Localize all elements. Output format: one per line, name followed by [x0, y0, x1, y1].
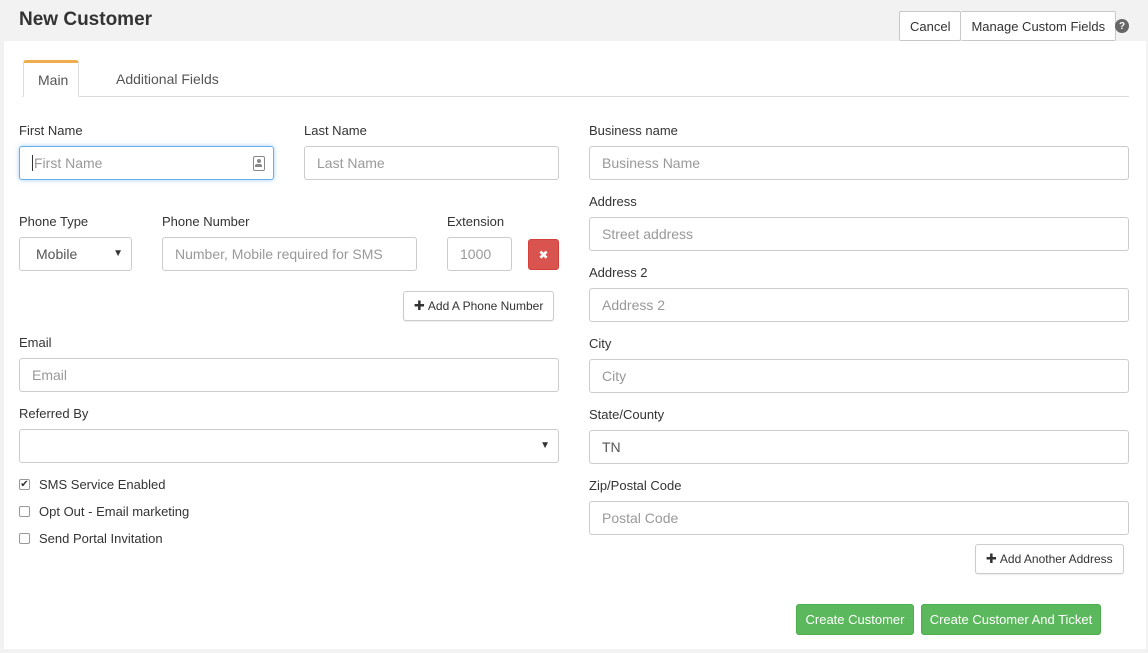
sms-enabled-label: SMS Service Enabled	[39, 477, 166, 492]
first-name-label: First Name	[19, 123, 83, 138]
phone-number-input[interactable]: Number, Mobile required for SMS	[162, 237, 417, 271]
phone-number-placeholder: Number, Mobile required for SMS	[175, 246, 383, 262]
last-name-label: Last Name	[304, 123, 367, 138]
create-customer-button[interactable]: Create Customer	[796, 604, 914, 635]
address-input[interactable]: Street address	[589, 217, 1129, 251]
chevron-down-icon: ▼	[540, 440, 550, 451]
first-name-placeholder: First Name	[34, 155, 103, 171]
city-label: City	[589, 336, 612, 351]
add-phone-button[interactable]: ✚ Add A Phone Number	[403, 291, 555, 321]
close-icon: ✖	[538, 247, 549, 262]
sms-enabled-checkbox-row[interactable]: ✔ SMS Service Enabled	[19, 477, 165, 492]
extension-label: Extension	[447, 214, 505, 229]
business-name-label: Business name	[589, 123, 678, 138]
phone-type-value: Mobile	[36, 246, 78, 262]
tab-bar: Main Additional Fields	[22, 60, 1129, 97]
help-icon[interactable]: ?	[1115, 19, 1129, 33]
create-customer-ticket-button[interactable]: Create Customer And Ticket	[921, 604, 1101, 635]
opt-out-email-checkbox[interactable]	[19, 506, 30, 517]
email-input[interactable]: Email	[19, 358, 559, 392]
page-title: New Customer	[19, 9, 153, 30]
first-name-input[interactable]: First Name	[19, 146, 274, 180]
city-input[interactable]: City	[589, 359, 1129, 393]
extension-input[interactable]: 1000	[447, 237, 512, 271]
chevron-down-icon: ▼	[113, 248, 123, 259]
extension-placeholder: 1000	[460, 246, 492, 262]
opt-out-email-checkbox-row[interactable]: Opt Out - Email marketing	[19, 504, 189, 519]
contact-card-icon[interactable]	[253, 156, 265, 171]
plus-icon: ✚	[414, 298, 425, 313]
zip-label: Zip/Postal Code	[589, 478, 682, 493]
manage-custom-fields-button[interactable]: Manage Custom Fields	[961, 11, 1117, 41]
address2-input[interactable]: Address 2	[589, 288, 1129, 322]
address-label: Address	[589, 194, 637, 209]
customer-form-panel: Main Additional Fields First Name First …	[4, 41, 1146, 649]
address-placeholder: Street address	[602, 226, 694, 242]
business-name-placeholder: Business Name	[602, 155, 701, 171]
remove-phone-button[interactable]: ✖	[528, 239, 559, 270]
phone-number-label: Phone Number	[162, 214, 250, 229]
last-name-input[interactable]: Last Name	[304, 146, 559, 180]
email-placeholder: Email	[32, 367, 68, 383]
address2-placeholder: Address 2	[602, 297, 666, 313]
referred-by-select[interactable]: ▼	[19, 429, 559, 463]
header-actions: Cancel Manage Custom Fields	[899, 11, 1117, 41]
tab-additional-fields[interactable]: Additional Fields	[102, 60, 233, 97]
add-address-label: Add Another Address	[999, 552, 1113, 566]
referred-by-label: Referred By	[19, 406, 89, 421]
portal-invitation-label: Send Portal Invitation	[39, 531, 163, 546]
add-address-button[interactable]: ✚ Add Another Address	[975, 544, 1124, 574]
text-caret	[32, 155, 33, 171]
plus-icon: ✚	[986, 551, 997, 566]
email-label: Email	[19, 335, 52, 350]
city-placeholder: City	[602, 368, 627, 384]
phone-type-label: Phone Type	[19, 214, 89, 229]
state-value: TN	[602, 439, 621, 455]
zip-placeholder: Postal Code	[602, 510, 679, 526]
add-phone-label: Add A Phone Number	[427, 299, 544, 313]
zip-input[interactable]: Postal Code	[589, 501, 1129, 535]
portal-invitation-checkbox-row[interactable]: Send Portal Invitation	[19, 531, 163, 546]
state-label: State/County	[589, 407, 665, 422]
tab-main[interactable]: Main	[23, 60, 79, 97]
portal-invitation-checkbox[interactable]	[19, 533, 30, 544]
cancel-button[interactable]: Cancel	[899, 11, 962, 41]
business-name-input[interactable]: Business Name	[589, 146, 1129, 180]
phone-type-select[interactable]: Mobile ▼	[19, 237, 132, 271]
state-input[interactable]: TN	[589, 430, 1129, 464]
opt-out-email-label: Opt Out - Email marketing	[39, 504, 190, 519]
address2-label: Address 2	[589, 265, 648, 280]
last-name-placeholder: Last Name	[317, 155, 385, 171]
sms-enabled-checkbox[interactable]: ✔	[19, 479, 30, 490]
